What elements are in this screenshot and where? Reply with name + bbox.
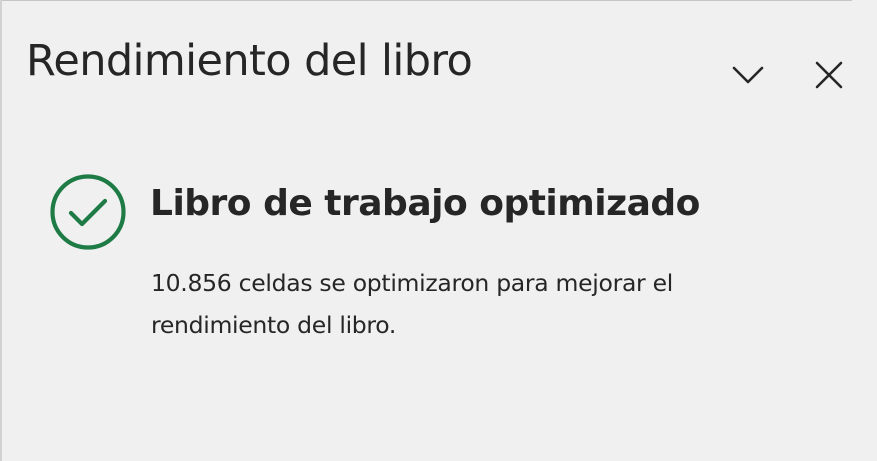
- status-title: Libro de trabajo optimizado: [150, 183, 700, 224]
- check-circle-icon: [50, 174, 126, 250]
- close-icon: [815, 61, 843, 89]
- pane-title: Rendimiento del libro: [26, 36, 473, 86]
- pane-top-border: [0, 0, 852, 1]
- status-description: 10.856 celdas se optimizaron para mejora…: [151, 269, 673, 339]
- close-button[interactable]: [806, 52, 852, 98]
- workbook-performance-pane: Rendimiento del libro Libro de trabajo o…: [0, 0, 877, 461]
- collapse-button[interactable]: [725, 52, 771, 98]
- pane-left-border: [0, 0, 2, 461]
- chevron-down-icon: [732, 66, 764, 84]
